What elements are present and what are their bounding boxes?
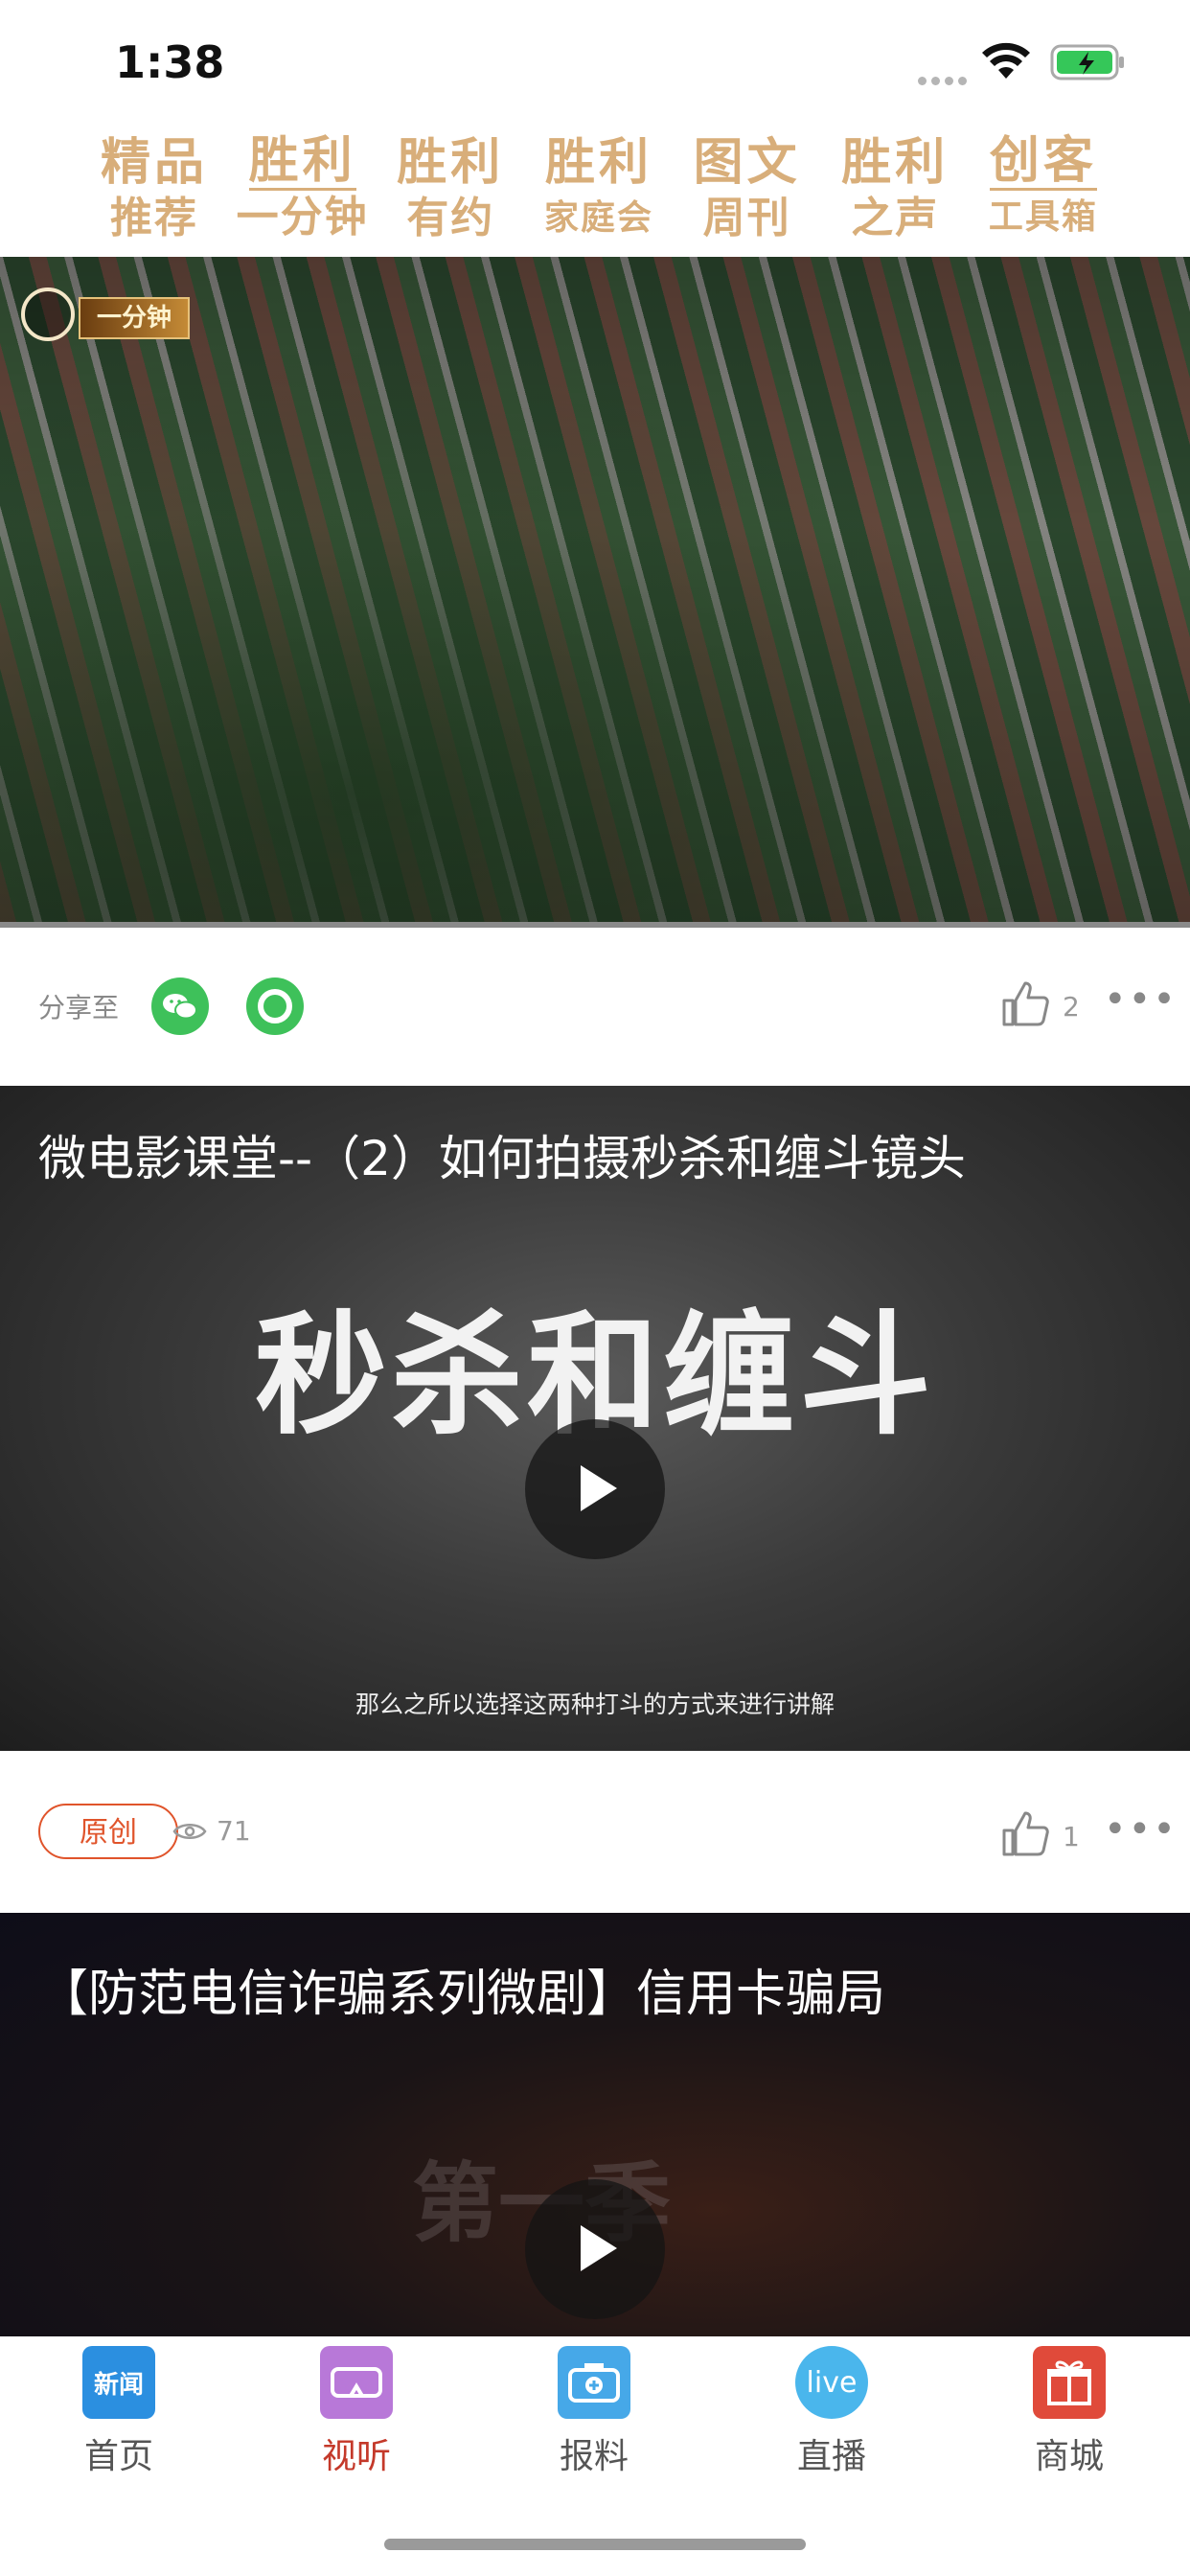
vr-goggles-icon <box>320 2346 393 2419</box>
tab-label: 商城 <box>1034 2437 1104 2476</box>
gift-icon <box>1033 2346 1106 2419</box>
tab-report[interactable]: 报料 <box>517 2346 671 2478</box>
original-badge: 原创 <box>38 1804 178 1859</box>
tab-mall[interactable]: 商城 <box>993 2346 1146 2478</box>
tab-home[interactable]: 新闻 首页 <box>42 2346 195 2478</box>
play-button[interactable] <box>525 2179 665 2319</box>
camera-icon <box>558 2346 630 2419</box>
yifenzhong-logo: 一分钟 <box>21 284 194 343</box>
category-line2: 周刊 <box>702 194 791 242</box>
wechat-share-button[interactable] <box>151 978 209 1035</box>
wechat-icon <box>163 994 197 1020</box>
category-jingpin-tuijian[interactable]: 精品 推荐 <box>91 134 217 251</box>
live-icon: live <box>795 2346 868 2419</box>
video-subtitle: 那么之所以选择这两种打斗的方式来进行讲解 <box>355 1690 835 1718</box>
category-line1: 精品 <box>100 134 208 192</box>
video-card-telecom-fraud[interactable]: 【防范电信诈骗系列微剧】信用卡骗局 第一季 <box>0 1913 1190 2336</box>
logo-emblem-icon <box>21 288 75 341</box>
tab-label: 首页 <box>83 2437 153 2476</box>
more-options-button[interactable]: ••• <box>1104 1807 1178 1852</box>
moments-share-button[interactable] <box>246 978 304 1035</box>
video-card-micro-film[interactable]: 微电影课堂--（2）如何拍摄秒杀和缠斗镜头 秒杀和缠斗 那么之所以选择这两种打斗… <box>0 1086 1190 1751</box>
category-line2: 之声 <box>851 194 940 242</box>
cellular-signal-icon <box>918 71 972 89</box>
category-line2: 工具箱 <box>988 197 1098 237</box>
video1-actions: 分享至 2 ••• <box>0 956 1190 1048</box>
logo-text: 一分钟 <box>79 297 190 339</box>
video-player-aerial-village[interactable]: 一分钟 <box>0 257 1190 928</box>
wifi-icon <box>982 42 1030 79</box>
battery-charging-icon <box>1050 44 1124 80</box>
tab-label: 视听 <box>321 2437 391 2476</box>
tab-media[interactable]: 视听 <box>280 2346 433 2478</box>
share-label: 分享至 <box>38 992 120 1024</box>
moments-icon <box>258 989 292 1024</box>
tab-label: 报料 <box>559 2437 629 2476</box>
play-button[interactable] <box>525 1419 665 1559</box>
category-line1: 图文 <box>693 134 801 192</box>
category-line1: 创客 <box>989 132 1097 191</box>
news-icon: 新闻 <box>82 2346 155 2419</box>
status-time: 1:38 <box>115 36 225 88</box>
category-shengli-jiatinghui[interactable]: 胜利 家庭会 <box>536 134 662 251</box>
video2-actions: 原创 71 1 ••• <box>0 1786 1190 1878</box>
view-count: 71 <box>217 1815 251 1847</box>
thumbs-up-icon[interactable] <box>1000 1809 1050 1857</box>
like-count: 2 <box>1063 991 1080 1023</box>
thumbs-up-icon[interactable] <box>1000 979 1050 1027</box>
category-shengli-yifenzhong[interactable]: 胜利 一分钟 <box>236 132 369 251</box>
category-line2: 推荐 <box>110 194 198 242</box>
category-line1: 胜利 <box>544 134 652 192</box>
category-line2: 有约 <box>406 194 495 242</box>
like-count: 1 <box>1063 1821 1080 1852</box>
more-options-button[interactable]: ••• <box>1104 978 1178 1022</box>
category-line2: 一分钟 <box>236 193 369 242</box>
category-shengli-youyue[interactable]: 胜利 有约 <box>387 134 514 251</box>
tab-label: 直播 <box>796 2437 866 2476</box>
video-title: 微电影课堂--（2）如何拍摄秒杀和缠斗镜头 <box>38 1131 966 1186</box>
category-line2: 家庭会 <box>543 198 653 238</box>
category-chuangke-gongjuxiang[interactable]: 创客 工具箱 <box>980 134 1107 251</box>
video-title: 【防范电信诈骗系列微剧】信用卡骗局 <box>38 1966 886 2023</box>
category-tuwen-zhoukan[interactable]: 图文 周刊 <box>684 134 811 251</box>
home-indicator[interactable] <box>384 2539 806 2550</box>
category-line1: 胜利 <box>397 134 505 192</box>
video-progress-track[interactable] <box>0 922 1190 928</box>
category-line1: 胜利 <box>841 134 950 192</box>
eye-icon <box>172 1824 207 1839</box>
category-nav: 精品 推荐 胜利 一分钟 胜利 有约 胜利 家庭会 图文 周刊 胜利 之声 创客… <box>91 134 1107 251</box>
category-line1: 胜利 <box>248 132 356 191</box>
tab-live[interactable]: live 直播 <box>755 2346 908 2478</box>
category-shengli-zhisheng[interactable]: 胜利 之声 <box>832 134 958 251</box>
